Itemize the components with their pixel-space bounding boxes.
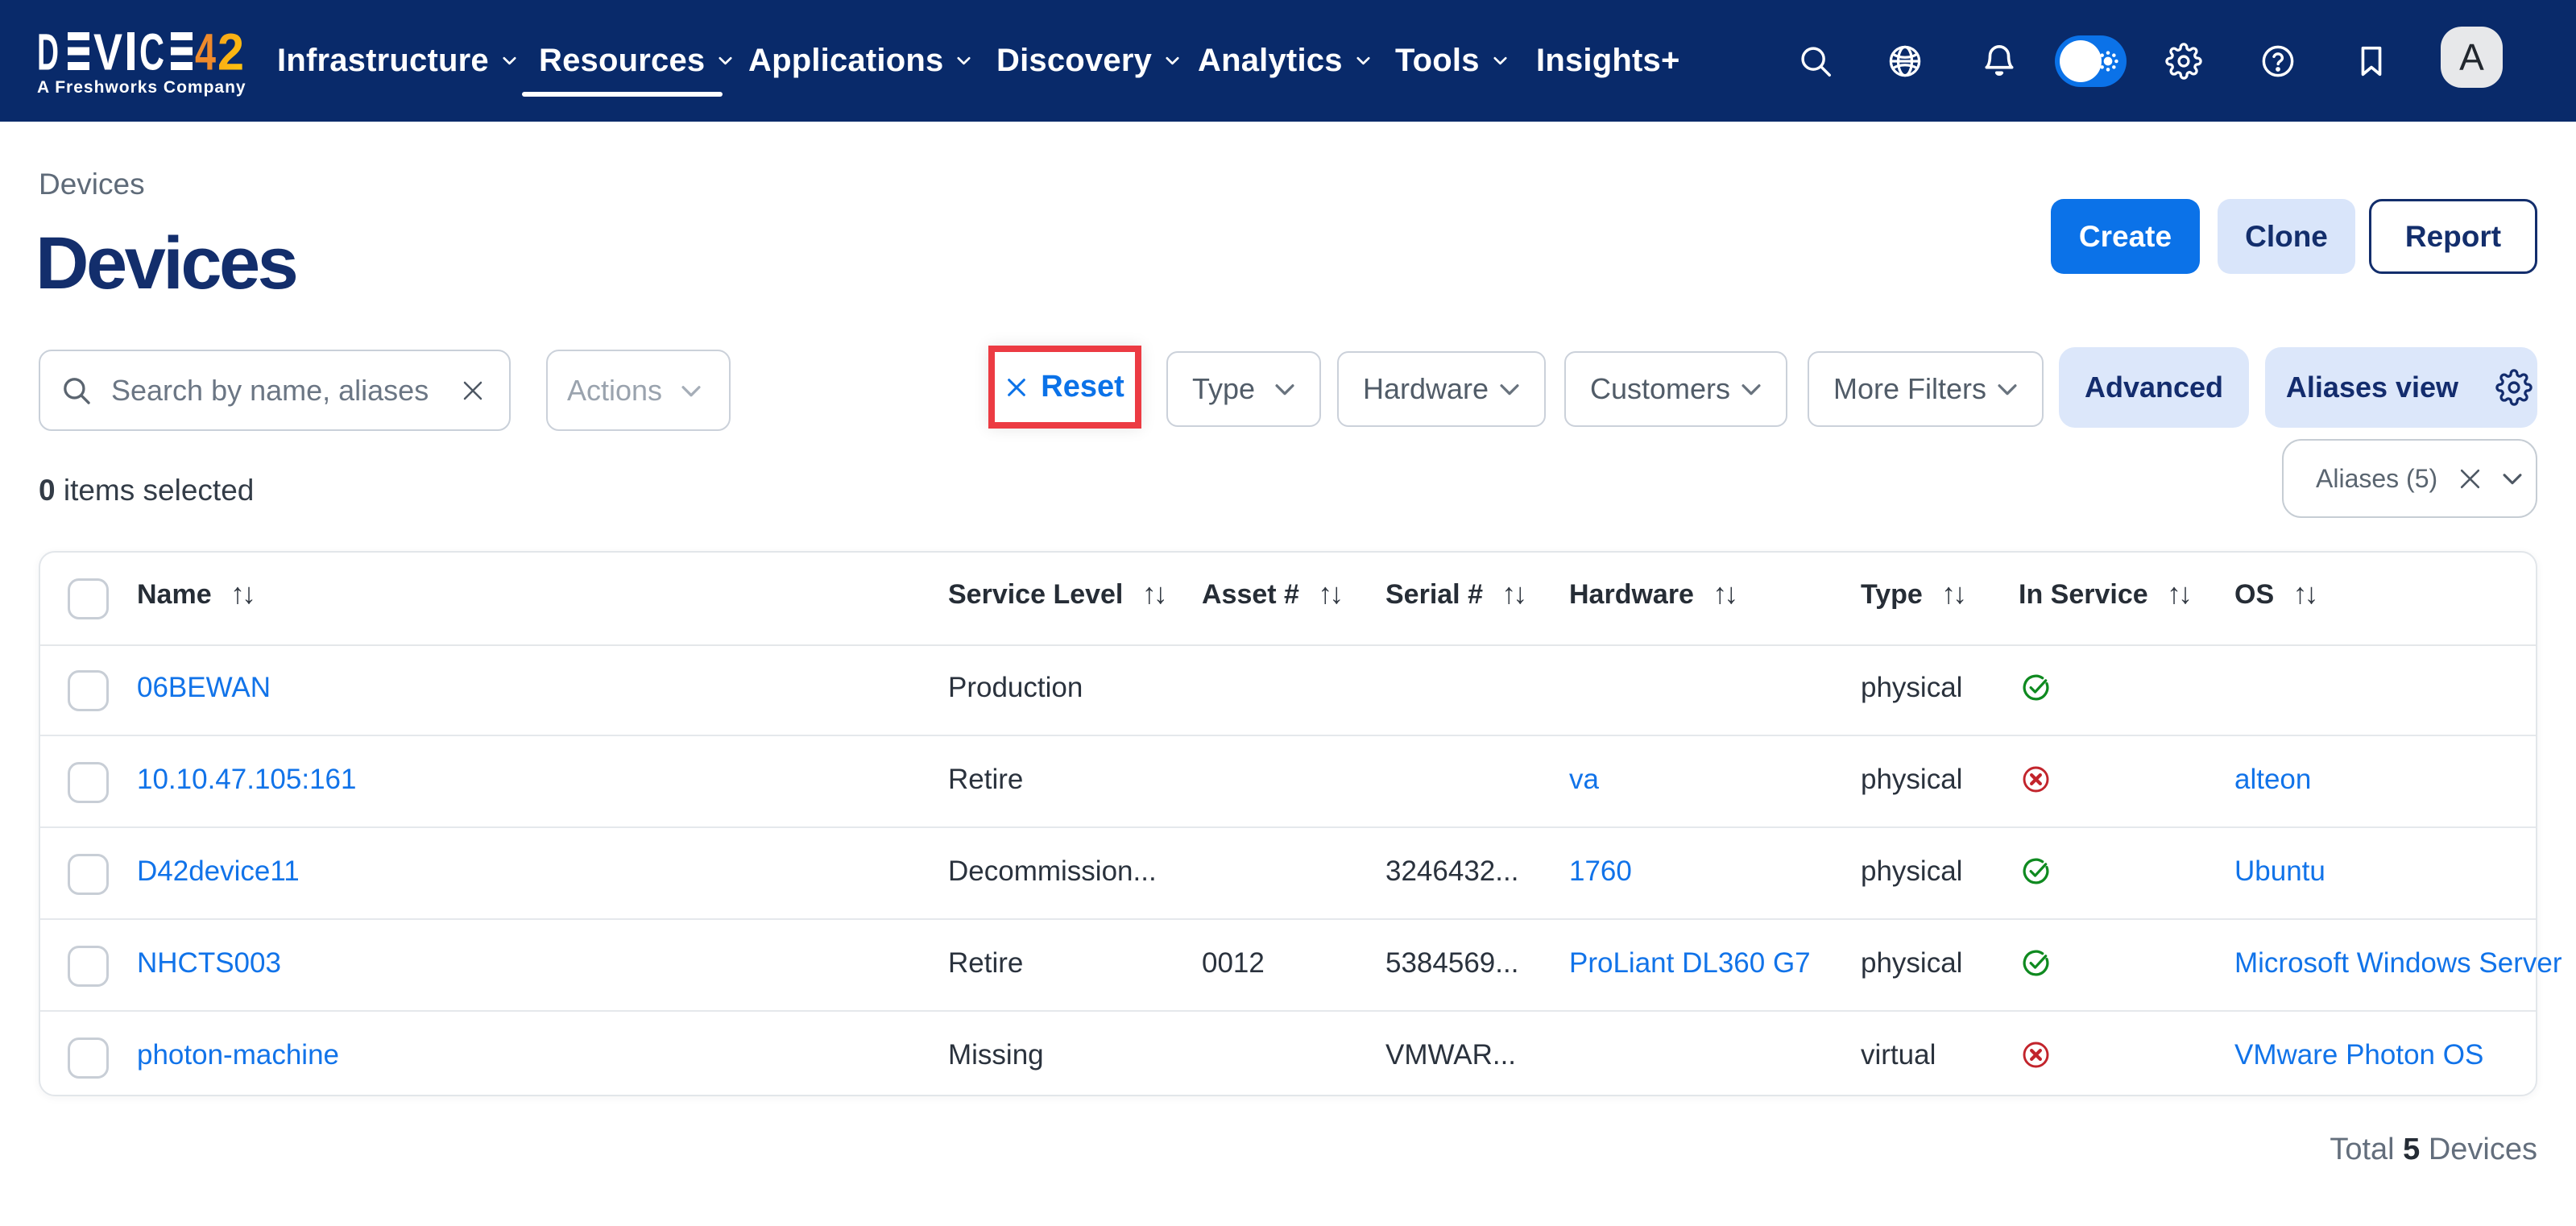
svg-text:D: D xyxy=(37,32,59,70)
svg-text:V: V xyxy=(93,32,122,70)
svg-text:C: C xyxy=(139,32,164,70)
svg-text:4: 4 xyxy=(195,32,216,70)
svg-text:2: 2 xyxy=(217,32,244,70)
